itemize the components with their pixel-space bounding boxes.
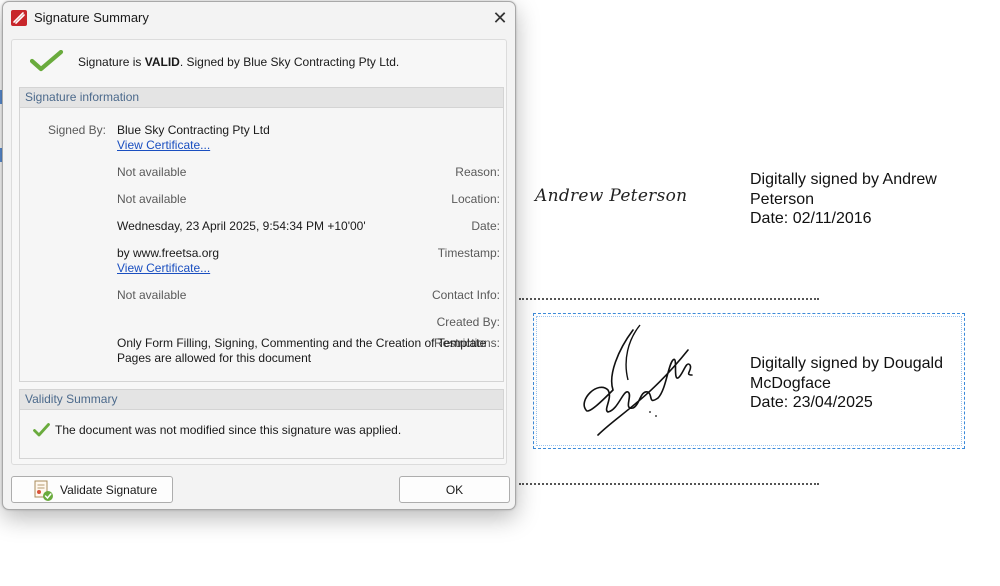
validity-message-row: The document was not modified since this…	[33, 423, 401, 437]
restrictions-value: Only Form Filling, Signing, Commenting a…	[117, 336, 487, 365]
signature-1-line1: Digitally signed by Andrew	[750, 171, 937, 188]
handwritten-signature-image	[583, 324, 693, 436]
validity-message: The document was not modified since this…	[55, 423, 402, 437]
signature-information-group: Signature information Signed By: Blue Sk…	[19, 87, 504, 382]
group-header-validity-summary: Validity Summary	[20, 390, 503, 410]
validate-certificate-icon	[34, 480, 53, 501]
signature-1-line3: Date: 02/11/2016	[750, 210, 872, 227]
contact-info-value: Not available	[117, 288, 187, 302]
signature-status-message: Signature is VALID. Signed by Blue Sky C…	[78, 55, 399, 69]
created-by-label: Created By:	[436, 315, 500, 329]
dialog-title: Signature Summary	[34, 10, 149, 25]
validate-signature-label: Validate Signature	[60, 483, 158, 497]
signature-2-line2: McDogface	[750, 374, 831, 392]
timestamp-value-block: by www.freetsa.org View Certificate...	[117, 246, 493, 276]
validity-summary-group: Validity Summary The document was not mo…	[19, 389, 504, 459]
status-state: VALID	[144, 55, 180, 69]
dialog-titlebar[interactable]: Signature Summary ✕	[3, 2, 515, 34]
signed-by-value: Blue Sky Contracting Pty Ltd	[117, 123, 270, 137]
group-header-signature-information: Signature information	[20, 88, 503, 108]
ok-label: OK	[445, 482, 464, 497]
signed-by-label: Signed By:	[47, 123, 106, 137]
signature-2-line3: Date: 23/04/2025	[750, 394, 873, 411]
signed-by-value-block: Blue Sky Contracting Pty Ltd View Certif…	[117, 123, 493, 153]
signature-cursive-name: Andrew Peterson	[535, 186, 688, 206]
date-value: Wednesday, 23 April 2025, 9:54:34 PM +10…	[117, 219, 366, 233]
signature-summary-dialog: Signature Summary ✕ Signature is VALID. …	[2, 1, 516, 510]
signature-line-2	[519, 483, 819, 485]
view-certificate-link-signer[interactable]: View Certificate...	[117, 138, 493, 153]
status-prefix: Signature is	[78, 55, 145, 69]
timestamp-value: by www.freetsa.org	[117, 246, 220, 260]
view-certificate-link-timestamp[interactable]: View Certificate...	[117, 261, 493, 276]
small-checkmark-icon	[33, 423, 50, 437]
app-logo-icon	[11, 10, 27, 26]
ok-button[interactable]: OK	[399, 476, 510, 503]
signature-1-line2: Peterson	[750, 190, 815, 208]
signature-line-1	[519, 298, 819, 300]
signature-2-details: Digitally signed by Dougald McDogface Da…	[750, 354, 965, 413]
reason-value: Not available	[117, 165, 187, 179]
signature-1-details[interactable]: Digitally signed by Andrew Peterson Date…	[750, 170, 965, 229]
status-suffix: . Signed by Blue Sky Contracting Pty Ltd…	[179, 55, 400, 69]
validate-signature-button[interactable]: Validate Signature	[11, 476, 173, 503]
close-icon: ✕	[492, 7, 508, 29]
valid-checkmark-icon	[30, 50, 64, 72]
close-button[interactable]: ✕	[485, 2, 515, 34]
location-value: Not available	[117, 192, 187, 206]
signature-2-line1: Digitally signed by Dougald	[750, 355, 943, 372]
